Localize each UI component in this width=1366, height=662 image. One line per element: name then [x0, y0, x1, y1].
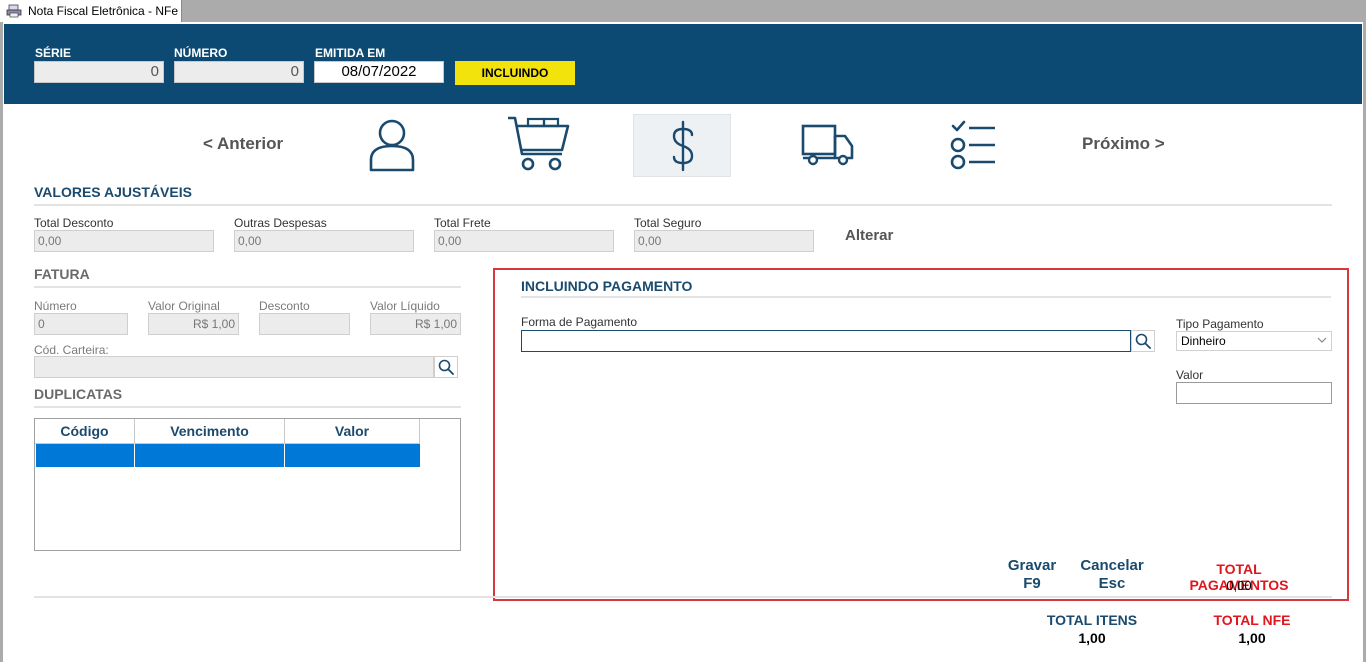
- table-row[interactable]: [36, 444, 420, 467]
- valor-liquido-field[interactable]: R$ 1,00: [370, 313, 461, 335]
- cancelar-label: Cancelar: [1080, 557, 1144, 574]
- valores-title: VALORES AJUSTÁVEIS: [34, 184, 192, 200]
- serie-field[interactable]: 0: [34, 61, 164, 83]
- dollar-icon: [672, 120, 694, 172]
- column-header-valor[interactable]: Valor: [285, 419, 420, 444]
- desconto-label: Total Desconto: [34, 216, 114, 230]
- next-button[interactable]: Próximo >: [1082, 134, 1165, 154]
- window-tab-title: Nota Fiscal Eletrônica - NFe: [28, 4, 179, 18]
- alterar-button[interactable]: Alterar: [845, 227, 893, 244]
- gravar-shortcut: F9: [1023, 575, 1041, 592]
- pagamento-panel: INCLUINDO PAGAMENTO Forma de Pagamento T…: [493, 268, 1349, 601]
- frete-label: Total Frete: [434, 216, 491, 230]
- table-cell: [285, 444, 420, 467]
- table-header: Código Vencimento Valor: [35, 419, 420, 444]
- fatura-divider: [34, 286, 461, 288]
- gravar-button[interactable]: Gravar F9: [995, 557, 1069, 593]
- duplicatas-table[interactable]: Código Vencimento Valor: [34, 418, 461, 551]
- carteira-label: Cód. Carteira:: [34, 343, 109, 357]
- pagamento-title: INCLUINDO PAGAMENTO: [521, 278, 693, 294]
- valor-input[interactable]: [1176, 382, 1332, 404]
- table-cell: [135, 444, 285, 467]
- checklist-icon[interactable]: [949, 120, 999, 170]
- search-icon: [438, 359, 454, 375]
- footer-divider: [34, 596, 1332, 598]
- total-nfe-label: TOTAL NFE: [1213, 612, 1291, 628]
- search-icon: [1135, 333, 1151, 349]
- desconto-field[interactable]: 0,00: [34, 230, 214, 252]
- emitida-label: EMITIDA EM: [315, 46, 386, 60]
- valores-divider: [34, 204, 1332, 206]
- truck-icon[interactable]: [801, 122, 855, 168]
- table-cell: [36, 444, 135, 467]
- total-pagamentos-value: 0,00: [1226, 578, 1252, 593]
- fatura-numero-field[interactable]: 0: [34, 313, 128, 335]
- pagamento-divider: [521, 296, 1331, 298]
- tipo-pagamento-select[interactable]: Dinheiro: [1176, 331, 1332, 351]
- window-tab[interactable]: Nota Fiscal Eletrônica - NFe: [0, 0, 182, 22]
- numero-field[interactable]: 0: [174, 61, 304, 83]
- cart-icon[interactable]: [506, 114, 572, 174]
- chevron-down-icon: [1317, 337, 1327, 343]
- header-band: SÉRIE 0 NÚMERO 0 EMITIDA EM 08/07/2022 I…: [4, 24, 1362, 104]
- forma-pagamento-search-button[interactable]: [1131, 330, 1155, 352]
- frete-field[interactable]: 0,00: [434, 230, 614, 252]
- gravar-label: Gravar: [1007, 557, 1057, 574]
- column-header-codigo[interactable]: Código: [35, 419, 135, 444]
- numero-label: NÚMERO: [174, 46, 228, 60]
- valor-label: Valor: [1176, 368, 1204, 382]
- valor-original-label: Valor Original: [148, 299, 220, 313]
- fatura-numero-label: Número: [34, 299, 77, 313]
- status-badge: INCLUINDO: [455, 61, 575, 85]
- serie-label: SÉRIE: [35, 46, 72, 60]
- person-icon[interactable]: [366, 118, 418, 172]
- fatura-desconto-field[interactable]: [259, 313, 350, 335]
- seguro-label: Total Seguro: [634, 216, 702, 230]
- despesas-label: Outras Despesas: [234, 216, 327, 230]
- fatura-title: FATURA: [34, 266, 90, 282]
- carteira-field[interactable]: [34, 356, 434, 378]
- column-header-vencimento[interactable]: Vencimento: [135, 419, 285, 444]
- printer-icon: [6, 4, 22, 18]
- seguro-field[interactable]: 0,00: [634, 230, 814, 252]
- fatura-desconto-label: Desconto: [259, 299, 310, 313]
- despesas-field[interactable]: 0,00: [234, 230, 414, 252]
- carteira-search-button[interactable]: [434, 356, 458, 378]
- total-nfe-value: 1,00: [1238, 630, 1266, 646]
- duplicatas-divider: [34, 406, 461, 408]
- app-window: Nota Fiscal Eletrônica - NFe SÉRIE 0 NÚM…: [0, 0, 1366, 662]
- forma-pagamento-input[interactable]: [521, 330, 1131, 352]
- valor-original-field[interactable]: R$ 1,00: [148, 313, 239, 335]
- cancelar-button[interactable]: Cancelar Esc: [1073, 557, 1151, 593]
- valor-liquido-label: Valor Líquido: [370, 299, 440, 313]
- form-body: SÉRIE 0 NÚMERO 0 EMITIDA EM 08/07/2022 I…: [3, 22, 1363, 662]
- tipo-pagamento-label: Tipo Pagamento: [1176, 317, 1264, 331]
- emitida-field[interactable]: 08/07/2022: [314, 61, 444, 83]
- dollar-step-button[interactable]: [633, 114, 731, 177]
- cancelar-shortcut: Esc: [1098, 575, 1126, 592]
- total-itens-value: 1,00: [1078, 630, 1106, 646]
- duplicatas-title: DUPLICATAS: [34, 386, 123, 402]
- previous-button[interactable]: < Anterior: [203, 134, 283, 154]
- total-itens-label: TOTAL ITENS: [1046, 612, 1138, 628]
- tipo-pagamento-value: Dinheiro: [1181, 334, 1226, 348]
- forma-pagamento-label: Forma de Pagamento: [521, 315, 638, 329]
